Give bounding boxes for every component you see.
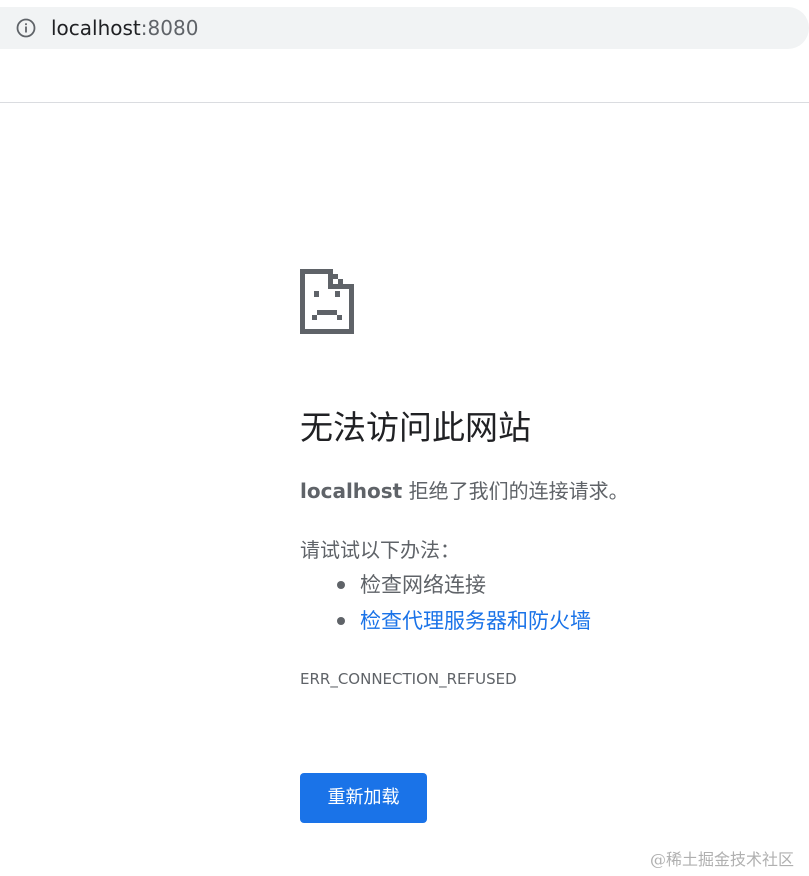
url-host: localhost [51, 16, 141, 40]
error-code: ERR_CONNECTION_REFUSED [300, 670, 517, 688]
error-summary-host: localhost [300, 479, 403, 503]
toolbar-divider [0, 102, 809, 103]
check-proxy-firewall-link[interactable]: 检查代理服务器和防火墙 [360, 609, 591, 633]
url-text[interactable]: localhost:8080 [51, 16, 198, 40]
error-summary-text: 拒绝了我们的连接请求。 [402, 479, 629, 503]
suggestion-check-network: 检查网络连接 [360, 573, 486, 597]
bullet-icon [337, 581, 345, 589]
info-icon[interactable] [15, 17, 37, 39]
error-summary: localhost 拒绝了我们的连接请求。 [300, 476, 629, 506]
suggestions-list: 检查网络连接 检查代理服务器和防火墙 [300, 568, 591, 640]
suggestions-heading: 请试试以下办法： [300, 538, 460, 562]
url-port: :8080 [140, 16, 199, 40]
error-title: 无法访问此网站 [300, 408, 531, 447]
sad-page-icon [300, 269, 354, 334]
bullet-icon [337, 617, 345, 625]
browser-page: localhost:8080 无法访问此网站 localhost 拒绝了我们的连… [0, 0, 809, 876]
suggestion-item-check-network: 检查网络连接 [300, 568, 591, 604]
suggestion-item-check-proxy: 检查代理服务器和防火墙 [300, 604, 591, 640]
reload-button[interactable]: 重新加载 [300, 773, 427, 823]
watermark: @稀土掘金技术社区 [650, 850, 795, 869]
address-bar[interactable]: localhost:8080 [0, 7, 809, 49]
